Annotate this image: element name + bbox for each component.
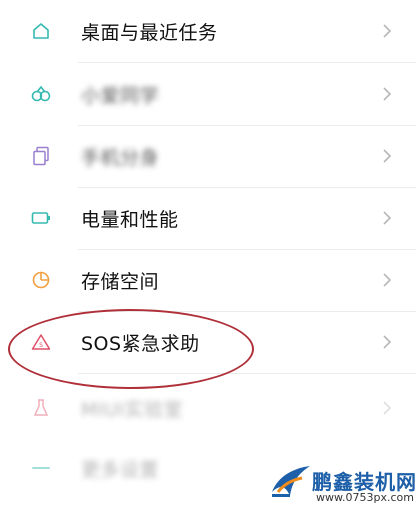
settings-item-battery[interactable]: 电量和性能 [0, 187, 416, 249]
more-icon [30, 457, 52, 479]
settings-item-desktop-recents[interactable]: 桌面与最近任务 [0, 0, 416, 62]
watermark-url: www.0753px.com [316, 491, 414, 504]
chevron-right-icon [380, 399, 394, 417]
settings-item-storage[interactable]: 存储空间 [0, 249, 416, 311]
chevron-right-icon [380, 333, 394, 351]
settings-item-label: 小爱同学 [81, 84, 160, 107]
chevron-right-icon [380, 147, 394, 165]
settings-item-dual-phone[interactable]: 手机分身 [0, 125, 416, 187]
settings-item-label: 手机分身 [81, 146, 160, 169]
watermark: 鹏鑫装机网 www.0753px.com [268, 462, 416, 505]
settings-item-label: 存储空间 [81, 270, 160, 293]
settings-item-label: 更多设置 [81, 458, 160, 481]
flask-icon [30, 397, 52, 419]
settings-item-label: MIUI实验室 [81, 398, 184, 421]
settings-item-label: 桌面与最近任务 [81, 21, 218, 44]
settings-item-xiaoai[interactable]: 小爱同学 [0, 63, 416, 125]
xiaoai-icon [30, 83, 52, 105]
watermark-logo-icon [268, 462, 312, 505]
pie-chart-icon [30, 269, 52, 291]
chevron-right-icon [380, 22, 394, 40]
home-icon [30, 20, 52, 42]
battery-icon [30, 207, 52, 229]
chevron-right-icon [380, 85, 394, 103]
chevron-right-icon [380, 209, 394, 227]
highlight-circle [8, 309, 254, 389]
settings-item-miui-lab[interactable]: MIUI实验室 [0, 377, 416, 439]
settings-item-label: 电量和性能 [81, 208, 179, 231]
chevron-right-icon [380, 271, 394, 289]
dual-phone-icon [30, 145, 52, 167]
